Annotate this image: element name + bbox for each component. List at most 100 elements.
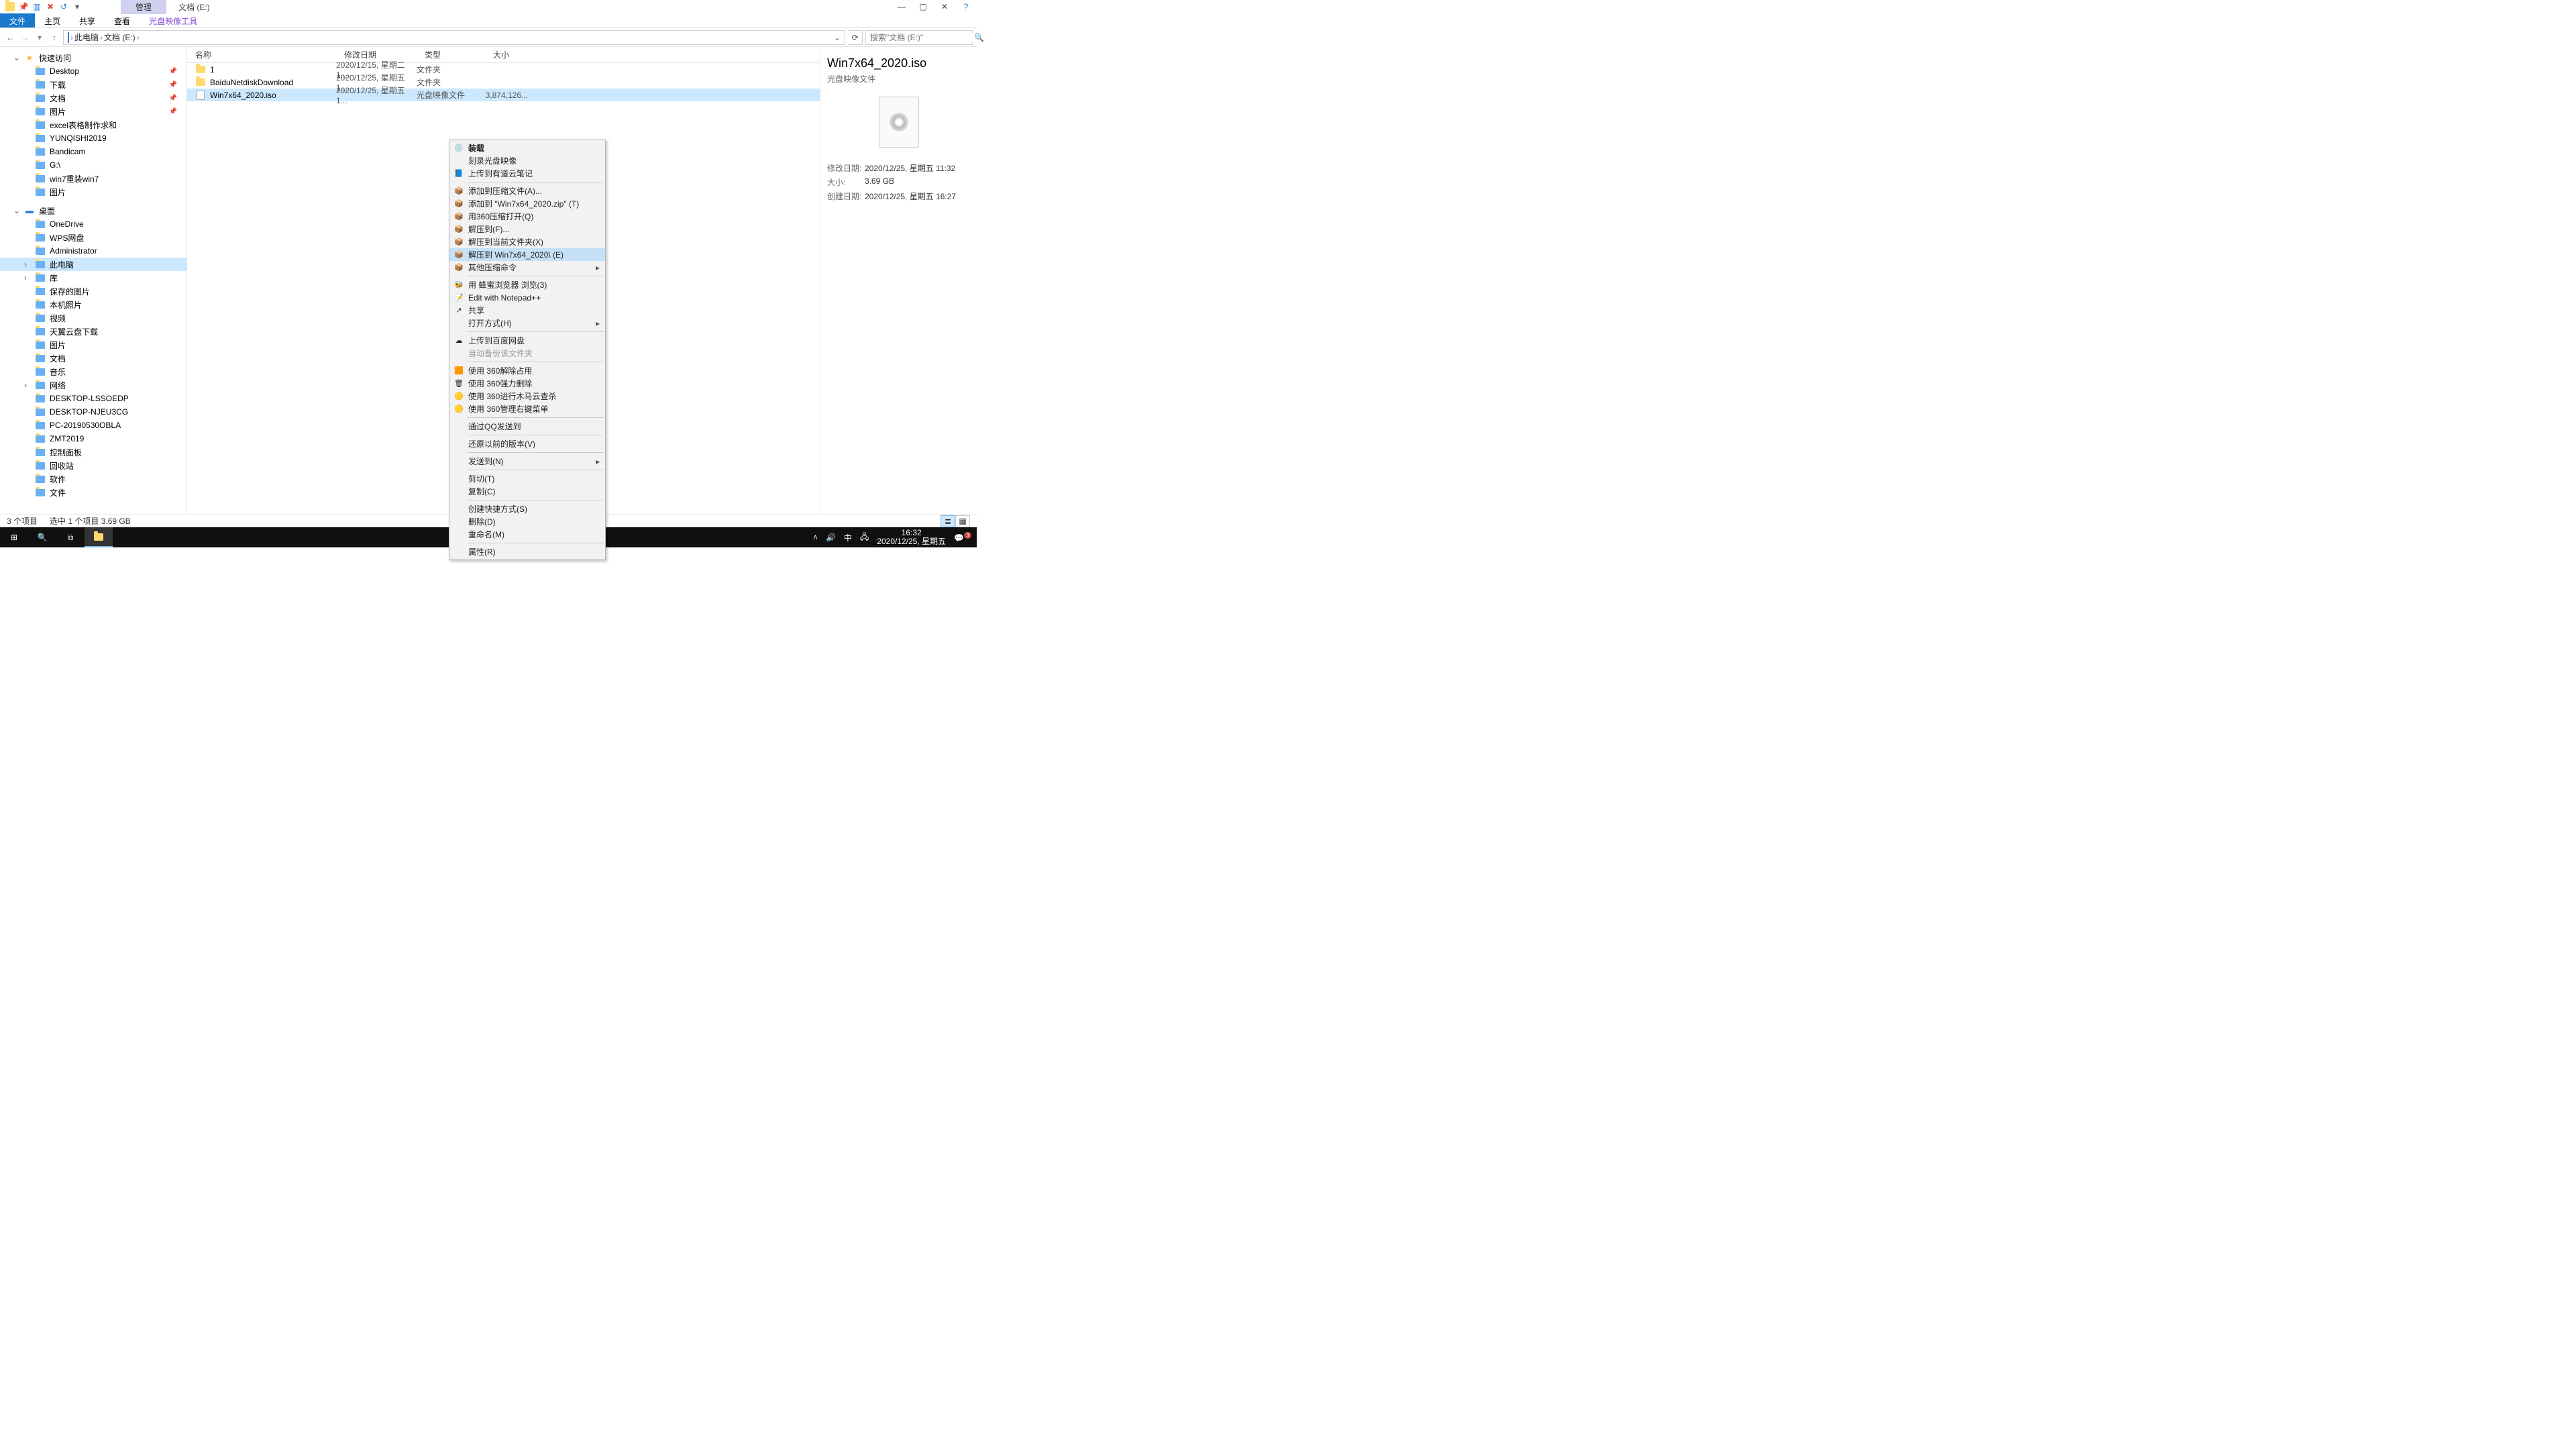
chevron-right-icon[interactable]: ›	[137, 33, 140, 42]
nav-item[interactable]: YUNQISHI2019	[0, 131, 186, 145]
nav-item[interactable]: 文档	[0, 352, 186, 365]
chevron-right-icon[interactable]: ›	[24, 260, 31, 269]
menu-item[interactable]: 剪切(T)	[449, 472, 605, 485]
menu-item[interactable]: 刻录光盘映像	[449, 154, 605, 167]
qat-dropdown-icon[interactable]: ▾	[72, 2, 82, 11]
menu-item[interactable]: 📦解压到 Win7x64_2020\ (E)	[449, 248, 605, 261]
nav-item[interactable]: 保存的图片	[0, 284, 186, 298]
menu-item[interactable]: 📦用360压缩打开(Q)	[449, 210, 605, 223]
file-list[interactable]: 名称 修改日期 类型 大小 1 2020/12/15, 星期二 1... 文件夹…	[186, 47, 820, 514]
menu-item[interactable]: 📦其他压缩命令▸	[449, 261, 605, 274]
start-button[interactable]: ⊞	[0, 527, 28, 547]
menu-item[interactable]: 属性(R)	[449, 545, 605, 558]
tab-share[interactable]: 共享	[70, 13, 105, 28]
menu-item[interactable]: 通过QQ发送到	[449, 420, 605, 433]
qat-pin-icon[interactable]: 📌	[19, 2, 28, 11]
nav-item[interactable]: Desktop📌	[0, 64, 186, 78]
tab-file[interactable]: 文件	[0, 13, 35, 28]
menu-item[interactable]: 🗑使用 360强力删除	[449, 377, 605, 390]
refresh-button[interactable]: ⟳	[848, 30, 863, 45]
nav-item[interactable]: ZMT2019	[0, 432, 186, 445]
nav-desktop[interactable]: ⌄ ▬ 桌面	[0, 204, 186, 217]
breadcrumb-dropdown-icon[interactable]: ⌄	[834, 33, 841, 42]
nav-item[interactable]: 音乐	[0, 365, 186, 378]
menu-item[interactable]: 打开方式(H)▸	[449, 317, 605, 329]
tray-ime[interactable]: 中	[844, 532, 852, 543]
nav-quick-access[interactable]: ⌄ ★ 快速访问	[0, 51, 186, 64]
taskbar-search-icon[interactable]: 🔍	[28, 527, 56, 547]
menu-item[interactable]: 还原以前的版本(V)	[449, 437, 605, 450]
file-row[interactable]: 1 2020/12/15, 星期二 1... 文件夹	[187, 63, 820, 76]
menu-item[interactable]: 📦添加到 "Win7x64_2020.zip" (T)	[449, 197, 605, 210]
task-view-button[interactable]: ⧉	[56, 527, 85, 547]
chevron-down-icon[interactable]: ⌄	[13, 53, 20, 62]
menu-item[interactable]: 🐝用 蜂蜜浏览器 浏览(3)	[449, 278, 605, 291]
nav-item[interactable]: Bandicam	[0, 145, 186, 158]
maximize-button[interactable]: ▢	[912, 0, 934, 13]
menu-item[interactable]: ↗共享	[449, 304, 605, 317]
taskbar-explorer[interactable]	[85, 527, 113, 547]
back-button[interactable]: ←	[4, 32, 16, 44]
qat-open-icon[interactable]: ▥	[32, 2, 42, 11]
details-view-button[interactable]: ≣	[941, 515, 955, 527]
tray-clock[interactable]: 16:32 2020/12/25, 星期五	[877, 529, 946, 546]
menu-item[interactable]: 复制(C)	[449, 485, 605, 498]
tab-home[interactable]: 主页	[35, 13, 70, 28]
nav-item[interactable]: 下载📌	[0, 78, 186, 91]
menu-item[interactable]: 🟧使用 360解除占用	[449, 364, 605, 377]
col-size[interactable]: 大小	[485, 49, 532, 60]
nav-item[interactable]: 文档📌	[0, 91, 186, 105]
qat-delete-icon[interactable]: ✖	[46, 2, 55, 11]
nav-item[interactable]: 天翼云盘下载	[0, 325, 186, 338]
nav-item[interactable]: 回收站	[0, 459, 186, 472]
nav-item[interactable]: G:\	[0, 158, 186, 172]
col-name[interactable]: 名称	[187, 49, 336, 60]
contextual-tab-manage[interactable]: 管理	[121, 0, 166, 14]
menu-item[interactable]: 📦解压到(F)...	[449, 223, 605, 235]
file-row[interactable]: Win7x64_2020.iso 2020/12/25, 星期五 1... 光盘…	[187, 89, 820, 101]
nav-item[interactable]: WPS网盘	[0, 231, 186, 244]
nav-item[interactable]: win7重装win7	[0, 172, 186, 185]
search-icon[interactable]: 🔍	[974, 33, 984, 42]
up-button[interactable]: ↑	[48, 32, 60, 44]
menu-item[interactable]: 🟡使用 360进行木马云查杀	[449, 390, 605, 402]
nav-item[interactable]: › 库	[0, 271, 186, 284]
tray-chevron-icon[interactable]: ˄	[813, 533, 818, 542]
navigation-pane[interactable]: ⌄ ★ 快速访问 Desktop📌 下载📌 文档📌 图片📌 excel表格制作求…	[0, 47, 186, 514]
menu-item[interactable]: 发送到(N)▸	[449, 455, 605, 468]
search-box[interactable]: 🔍	[865, 30, 973, 45]
chevron-right-icon[interactable]: ›	[70, 33, 73, 42]
nav-item[interactable]: OneDrive	[0, 217, 186, 231]
menu-item[interactable]: 💿装载	[449, 142, 605, 154]
nav-item[interactable]: › 此电脑	[0, 258, 186, 271]
menu-item[interactable]: 📘上传到有道云笔记	[449, 167, 605, 180]
menu-item[interactable]: 📦解压到当前文件夹(X)	[449, 235, 605, 248]
nav-item[interactable]: DESKTOP-LSSOEDP	[0, 392, 186, 405]
system-tray[interactable]: ˄ 🔊 中 🖧 16:32 2020/12/25, 星期五 💬3	[813, 529, 977, 546]
tray-network-icon[interactable]: 🖧	[860, 531, 869, 545]
close-button[interactable]: ✕	[934, 0, 955, 13]
menu-item[interactable]: 重命名(M)	[449, 528, 605, 541]
tray-volume-icon[interactable]: 🔊	[826, 533, 836, 542]
forward-button[interactable]: →	[19, 32, 31, 44]
help-button[interactable]: ?	[955, 0, 977, 13]
chevron-right-icon[interactable]: ›	[24, 273, 31, 282]
chevron-right-icon[interactable]: ›	[100, 33, 103, 42]
nav-item[interactable]: PC-20190530OBLA	[0, 419, 186, 432]
nav-item[interactable]: 图片📌	[0, 105, 186, 118]
nav-item[interactable]: 图片	[0, 338, 186, 352]
tab-disc-image-tools[interactable]: 光盘映像工具	[140, 13, 207, 28]
nav-item[interactable]: Administrator	[0, 244, 186, 258]
breadcrumb[interactable]: › 此电脑 › 文档 (E:) › ⌄	[63, 30, 845, 45]
search-input[interactable]	[870, 33, 974, 42]
breadcrumb-location[interactable]: 文档 (E:)	[104, 32, 136, 43]
menu-item[interactable]: 📦添加到压缩文件(A)...	[449, 184, 605, 197]
nav-item[interactable]: excel表格制作求和	[0, 118, 186, 131]
column-headers[interactable]: 名称 修改日期 类型 大小	[187, 47, 820, 63]
nav-item[interactable]: › 网络	[0, 378, 186, 392]
nav-item[interactable]: 文件	[0, 486, 186, 499]
nav-item[interactable]: DESKTOP-NJEU3CG	[0, 405, 186, 419]
nav-item[interactable]: 本机照片	[0, 298, 186, 311]
nav-item[interactable]: 软件	[0, 472, 186, 486]
menu-item[interactable]: 创建快捷方式(S)	[449, 502, 605, 515]
